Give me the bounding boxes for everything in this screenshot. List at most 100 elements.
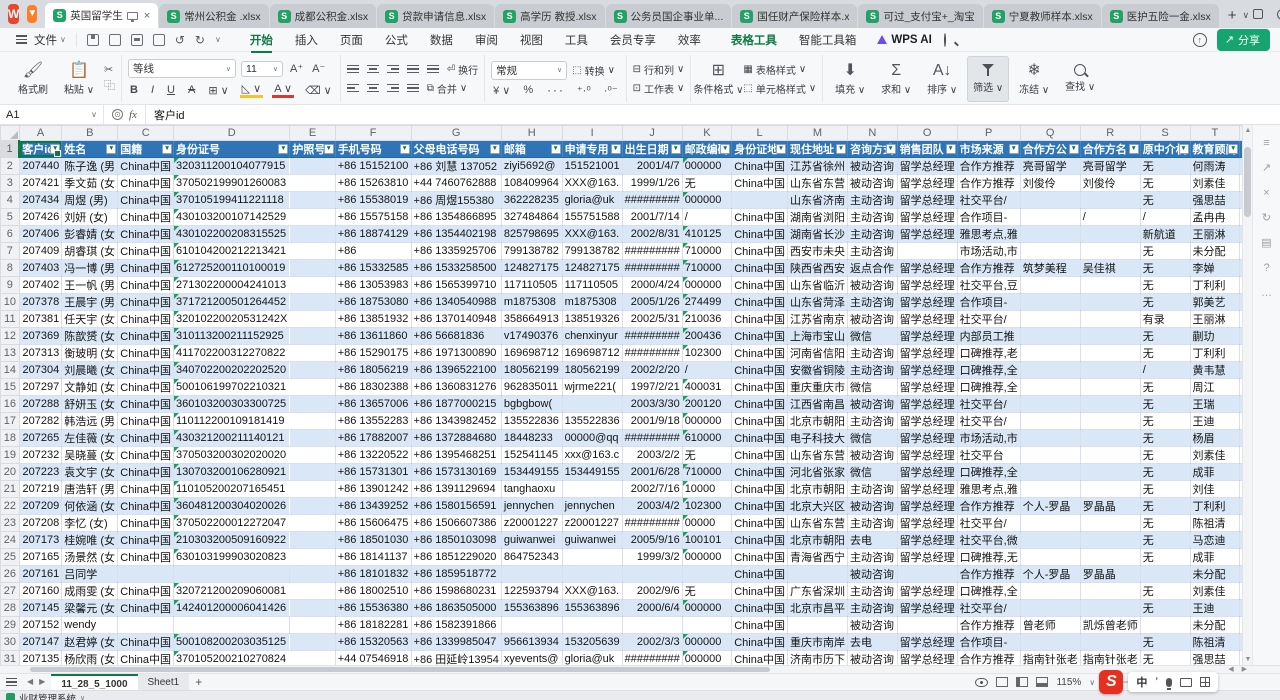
book-icon[interactable]: ▤ xyxy=(1260,236,1274,250)
cell[interactable]: 000000 xyxy=(682,599,732,616)
cell[interactable]: guiwanwei xyxy=(562,531,622,548)
filter-dropdown-icon[interactable]: ▼ xyxy=(1179,144,1189,154)
cell[interactable]: China中国 xyxy=(732,565,788,582)
cell[interactable] xyxy=(290,293,335,310)
cell[interactable]: 18448233 xyxy=(501,429,562,446)
cell[interactable]: 1999/3/2 xyxy=(622,548,682,565)
cell[interactable]: 吕同学 xyxy=(62,565,118,582)
cell[interactable]: 黄韦慧 xyxy=(1190,361,1240,378)
cell[interactable]: 210303200509160922 xyxy=(174,531,290,548)
cell[interactable]: 刘佳 xyxy=(1190,480,1240,497)
cell[interactable]: XXX@163. xyxy=(562,174,622,191)
cell[interactable]: China中国 xyxy=(732,650,788,665)
cell[interactable]: China中国 xyxy=(118,327,174,344)
cell[interactable] xyxy=(290,514,335,531)
cell[interactable]: +86 13901242 xyxy=(335,480,411,497)
cell[interactable]: 山东省东营 xyxy=(787,514,847,531)
cell[interactable] xyxy=(1080,327,1140,344)
cell[interactable]: China中国 xyxy=(732,531,788,548)
cell[interactable]: 370105200210270824 xyxy=(174,650,290,665)
cell[interactable] xyxy=(118,616,174,633)
row-header-20[interactable]: 20 xyxy=(1,463,20,480)
number-format-combo[interactable]: 常规∨ xyxy=(491,61,567,80)
increase-decimal-icon[interactable]: ⁺·⁰ xyxy=(575,84,593,97)
filter-header-cell[interactable]: 姓名▼ xyxy=(62,140,118,157)
cell[interactable]: China中国 xyxy=(118,378,174,395)
cell[interactable]: 未分配 xyxy=(1190,616,1240,633)
cell[interactable]: 124827175 xyxy=(562,259,622,276)
cell[interactable]: +86 1335925706 xyxy=(411,242,501,259)
vertical-scrollbar[interactable]: ▲ ▼ xyxy=(1242,125,1252,665)
cell[interactable]: 主动咨询 xyxy=(847,344,897,361)
cell[interactable] xyxy=(1080,412,1140,429)
cell[interactable]: 留学总经理 xyxy=(897,344,957,361)
name-box[interactable]: A1∨ xyxy=(0,105,104,124)
cell[interactable]: +86 1391129694 xyxy=(411,480,501,497)
cell[interactable]: +86 15152100 xyxy=(335,157,411,174)
row-header-27[interactable]: 27 xyxy=(1,582,20,599)
cell[interactable]: 王迪 xyxy=(1190,599,1240,616)
cell[interactable]: China中国 xyxy=(732,242,788,259)
cell[interactable]: 周江 xyxy=(1190,378,1240,395)
cell[interactable] xyxy=(290,395,335,412)
font-color-icon[interactable]: A ∨ xyxy=(272,82,294,98)
cell[interactable]: 610104200212213421 xyxy=(174,242,290,259)
column-header-E[interactable]: E xyxy=(290,126,335,141)
sheet-list-icon[interactable] xyxy=(6,676,17,688)
cell[interactable]: 社交平台/ xyxy=(957,191,1020,208)
cell[interactable]: 无 xyxy=(1140,157,1190,174)
cell[interactable]: 无 xyxy=(1140,480,1190,497)
cell[interactable]: ######### xyxy=(622,344,682,361)
cell[interactable]: +86 刘慧 137052 xyxy=(411,157,501,174)
cell[interactable]: 无 xyxy=(1140,650,1190,665)
cell[interactable]: +86 18753080 xyxy=(335,293,411,310)
cell[interactable]: 社交平台/ xyxy=(957,395,1020,412)
add-sheet-button[interactable]: + xyxy=(189,675,208,689)
cell[interactable] xyxy=(1020,225,1080,242)
cell[interactable]: 710000 xyxy=(682,259,732,276)
cell[interactable]: 主动咨询 xyxy=(847,361,897,378)
properties-icon[interactable]: ≡ xyxy=(1260,136,1274,150)
cell[interactable] xyxy=(1020,480,1080,497)
cell[interactable]: China中国 xyxy=(732,616,788,633)
cell[interactable]: 孟冉冉 xyxy=(1190,208,1240,225)
cell[interactable]: 主动咨询 xyxy=(847,480,897,497)
cell[interactable] xyxy=(1080,242,1140,259)
cell[interactable]: 山东省济南 xyxy=(787,191,847,208)
cell[interactable]: 207313 xyxy=(19,344,62,361)
cell[interactable]: 主动咨询 xyxy=(847,582,897,599)
cell[interactable]: 北京大兴区 xyxy=(787,497,847,514)
cell[interactable]: 袁文宇 (女 xyxy=(62,463,118,480)
column-header-F[interactable]: F xyxy=(335,126,411,141)
cell[interactable]: 王丽淋 xyxy=(1190,225,1240,242)
cell[interactable]: 207440 xyxy=(19,157,62,174)
column-header-A[interactable]: A xyxy=(19,126,62,141)
cell[interactable]: / xyxy=(682,361,732,378)
cell[interactable]: 内部员工推 xyxy=(957,327,1020,344)
context-tab[interactable]: 表格工具 xyxy=(720,29,788,51)
cell[interactable]: 广东省深圳 xyxy=(787,582,847,599)
row-header-19[interactable]: 19 xyxy=(1,446,20,463)
row-header-9[interactable]: 9 xyxy=(1,276,20,293)
cell[interactable]: +86 1877000215 xyxy=(411,395,501,412)
cell[interactable]: 吴晓蔓 (女 xyxy=(62,446,118,463)
sheet-tab[interactable]: 11_28_5_1000 xyxy=(51,674,137,690)
justify-icon[interactable] xyxy=(407,82,419,94)
cell[interactable] xyxy=(174,565,290,582)
cell[interactable]: +86 13220522 xyxy=(335,446,411,463)
cell[interactable]: 个人-罗晶 xyxy=(1020,497,1080,514)
cell[interactable]: 207209 xyxy=(19,497,62,514)
help-icon[interactable]: ? xyxy=(1260,261,1274,275)
cell[interactable]: 强思喆 xyxy=(1190,650,1240,665)
cell[interactable]: 无 xyxy=(682,446,732,463)
cell[interactable] xyxy=(1080,276,1140,293)
cell[interactable]: +86 1573130169 xyxy=(411,463,501,480)
cell[interactable] xyxy=(562,616,622,633)
cell[interactable] xyxy=(290,191,335,208)
cell[interactable]: 207160 xyxy=(19,582,62,599)
cell[interactable]: +86 15290175 xyxy=(335,344,411,361)
cell[interactable]: China中国 xyxy=(118,514,174,531)
magnifier-icon[interactable]: ⊙ xyxy=(112,109,123,120)
cell[interactable]: 被动咨询 xyxy=(847,650,897,665)
cell[interactable]: 留学总经理 xyxy=(897,378,957,395)
